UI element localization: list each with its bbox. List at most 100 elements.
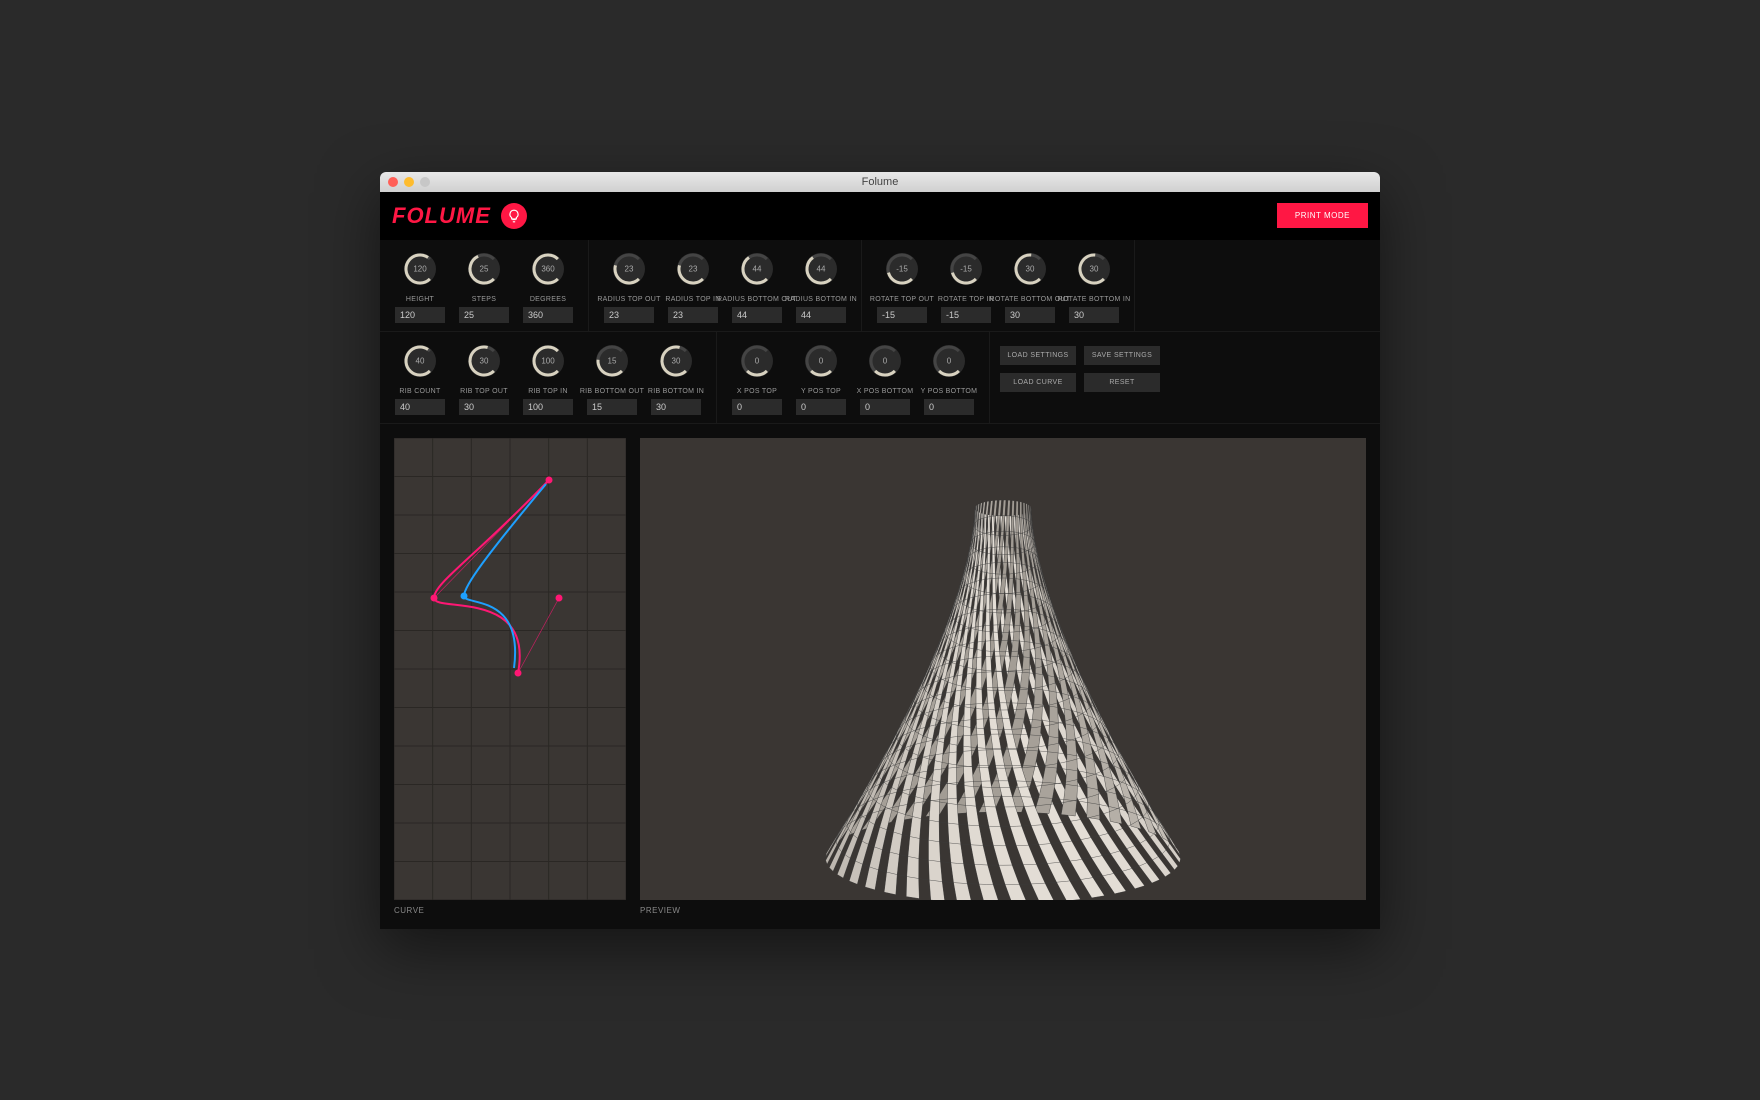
knob-group-rib: 40 RIB COUNT 30 RIB TOP OUT 100 <box>380 332 717 423</box>
knob-ribtopo: 30 RIB TOP OUT <box>452 342 516 415</box>
knob-dial-rboto[interactable]: 44 <box>738 250 776 288</box>
knob-dial-rtopi[interactable]: 23 <box>674 250 712 288</box>
knob-input-ribboti[interactable] <box>651 399 701 415</box>
reset-button[interactable]: RESET <box>1084 373 1160 392</box>
knob-input-rotboto[interactable] <box>1005 307 1055 323</box>
knob-value-rotboto: 30 <box>1026 264 1035 273</box>
close-icon[interactable] <box>388 177 398 187</box>
knob-value-ypb: 0 <box>947 356 951 365</box>
knob-value-rottopi: -15 <box>960 264 972 273</box>
knob-dial-steps[interactable]: 25 <box>465 250 503 288</box>
knob-label-xpt: X POS TOP <box>737 388 777 395</box>
knob-ribboti: 30 RIB BOTTOM IN <box>644 342 708 415</box>
knob-dial-ribtopi[interactable]: 100 <box>529 342 567 380</box>
knob-input-xpb[interactable] <box>860 399 910 415</box>
knob-value-degrees: 360 <box>541 264 554 273</box>
print-mode-button[interactable]: PRINT MODE <box>1277 203 1368 228</box>
knob-ribtopi: 100 RIB TOP IN <box>516 342 580 415</box>
knob-dial-rotboto[interactable]: 30 <box>1011 250 1049 288</box>
knob-value-height: 120 <box>413 264 426 273</box>
curve-canvas[interactable] <box>394 438 626 900</box>
app-window: Folume FOLUME PRINT MODE 120 HEIGHT <box>380 172 1380 929</box>
knob-input-rottopo[interactable] <box>877 307 927 323</box>
knob-label-ribcount: RIB COUNT <box>399 388 440 395</box>
knob-input-rottopi[interactable] <box>941 307 991 323</box>
traffic-lights <box>388 177 430 187</box>
knob-label-xpb: X POS BOTTOM <box>857 388 914 395</box>
knob-input-ypb[interactable] <box>924 399 974 415</box>
curve-panel: CURVE <box>394 438 626 915</box>
knob-dial-ribboto[interactable]: 15 <box>593 342 631 380</box>
knob-label-rottopo: ROTATE TOP OUT <box>870 296 934 303</box>
knob-label-ribtopo: RIB TOP OUT <box>460 388 508 395</box>
logo-area: FOLUME <box>392 203 527 229</box>
knob-input-degrees[interactable] <box>523 307 573 323</box>
logo-text: FOLUME <box>392 203 491 229</box>
knob-dial-rottopo[interactable]: -15 <box>883 250 921 288</box>
knob-input-rboti[interactable] <box>796 307 846 323</box>
knob-input-rotboti[interactable] <box>1069 307 1119 323</box>
knob-label-rotboti: ROTATE BOTTOM IN <box>1058 296 1131 303</box>
knob-value-rtopi: 23 <box>689 264 698 273</box>
load-curve-button[interactable]: LOAD CURVE <box>1000 373 1076 392</box>
knob-dial-rtopo[interactable]: 23 <box>610 250 648 288</box>
knob-dial-rboti[interactable]: 44 <box>802 250 840 288</box>
knob-dial-ypb[interactable]: 0 <box>930 342 968 380</box>
knob-xpb: 0 X POS BOTTOM <box>853 342 917 415</box>
titlebar[interactable]: Folume <box>380 172 1380 192</box>
knob-group-basic: 120 HEIGHT 25 STEPS 360 <box>380 240 589 331</box>
knob-dial-ribcount[interactable]: 40 <box>401 342 439 380</box>
knob-value-ribboti: 30 <box>672 356 681 365</box>
knob-value-ribtopo: 30 <box>480 356 489 365</box>
minimize-icon[interactable] <box>404 177 414 187</box>
knob-input-ribboto[interactable] <box>587 399 637 415</box>
preview-panel: PREVIEW <box>640 438 1366 915</box>
knob-ypb: 0 Y POS BOTTOM <box>917 342 981 415</box>
knob-label-rtopo: RADIUS TOP OUT <box>597 296 660 303</box>
load-settings-button[interactable]: LOAD SETTINGS <box>1000 346 1076 365</box>
knob-rboto: 44 RADIUS BOTTOM OUT <box>725 250 789 323</box>
knob-dial-rotboti[interactable]: 30 <box>1075 250 1113 288</box>
knob-label-rboti: RADIUS BOTTOM IN <box>785 296 857 303</box>
knob-label-ribtopi: RIB TOP IN <box>528 388 568 395</box>
knob-dial-height[interactable]: 120 <box>401 250 439 288</box>
knob-dial-rottopi[interactable]: -15 <box>947 250 985 288</box>
knob-value-ypt: 0 <box>819 356 823 365</box>
knob-input-height[interactable] <box>395 307 445 323</box>
knob-degrees: 360 DEGREES <box>516 250 580 323</box>
knob-label-ypb: Y POS BOTTOM <box>921 388 978 395</box>
knob-input-rtopo[interactable] <box>604 307 654 323</box>
knob-dial-ypt[interactable]: 0 <box>802 342 840 380</box>
curve-panel-label: CURVE <box>394 906 626 915</box>
knob-input-ribtopi[interactable] <box>523 399 573 415</box>
knob-label-rtopi: RADIUS TOP IN <box>665 296 720 303</box>
knob-ypt: 0 Y POS TOP <box>789 342 853 415</box>
knob-input-ypt[interactable] <box>796 399 846 415</box>
knob-rtopi: 23 RADIUS TOP IN <box>661 250 725 323</box>
knob-dial-degrees[interactable]: 360 <box>529 250 567 288</box>
knob-input-ribtopo[interactable] <box>459 399 509 415</box>
knob-xpt: 0 X POS TOP <box>725 342 789 415</box>
control-panel: 120 HEIGHT 25 STEPS 360 <box>380 240 1380 424</box>
knob-dial-ribboti[interactable]: 30 <box>657 342 695 380</box>
knob-label-rottopi: ROTATE TOP IN <box>938 296 994 303</box>
knob-group-pos: 0 X POS TOP 0 Y POS TOP 0 <box>717 332 990 423</box>
knob-input-rtopi[interactable] <box>668 307 718 323</box>
knob-rboti: 44 RADIUS BOTTOM IN <box>789 250 853 323</box>
knob-dial-xpb[interactable]: 0 <box>866 342 904 380</box>
knob-dial-xpt[interactable]: 0 <box>738 342 776 380</box>
knob-input-xpt[interactable] <box>732 399 782 415</box>
knob-input-steps[interactable] <box>459 307 509 323</box>
maximize-icon[interactable] <box>420 177 430 187</box>
knob-steps: 25 STEPS <box>452 250 516 323</box>
save-settings-button[interactable]: SAVE SETTINGS <box>1084 346 1160 365</box>
knob-label-ribboti: RIB BOTTOM IN <box>648 388 704 395</box>
preview-panel-label: PREVIEW <box>640 906 1366 915</box>
knob-value-rotboti: 30 <box>1090 264 1099 273</box>
knob-value-xpt: 0 <box>755 356 759 365</box>
knob-dial-ribtopo[interactable]: 30 <box>465 342 503 380</box>
preview-canvas[interactable] <box>640 438 1366 900</box>
knob-input-ribcount[interactable] <box>395 399 445 415</box>
knob-input-rboto[interactable] <box>732 307 782 323</box>
action-buttons: LOAD SETTINGS SAVE SETTINGS LOAD CURVE R… <box>990 332 1170 423</box>
